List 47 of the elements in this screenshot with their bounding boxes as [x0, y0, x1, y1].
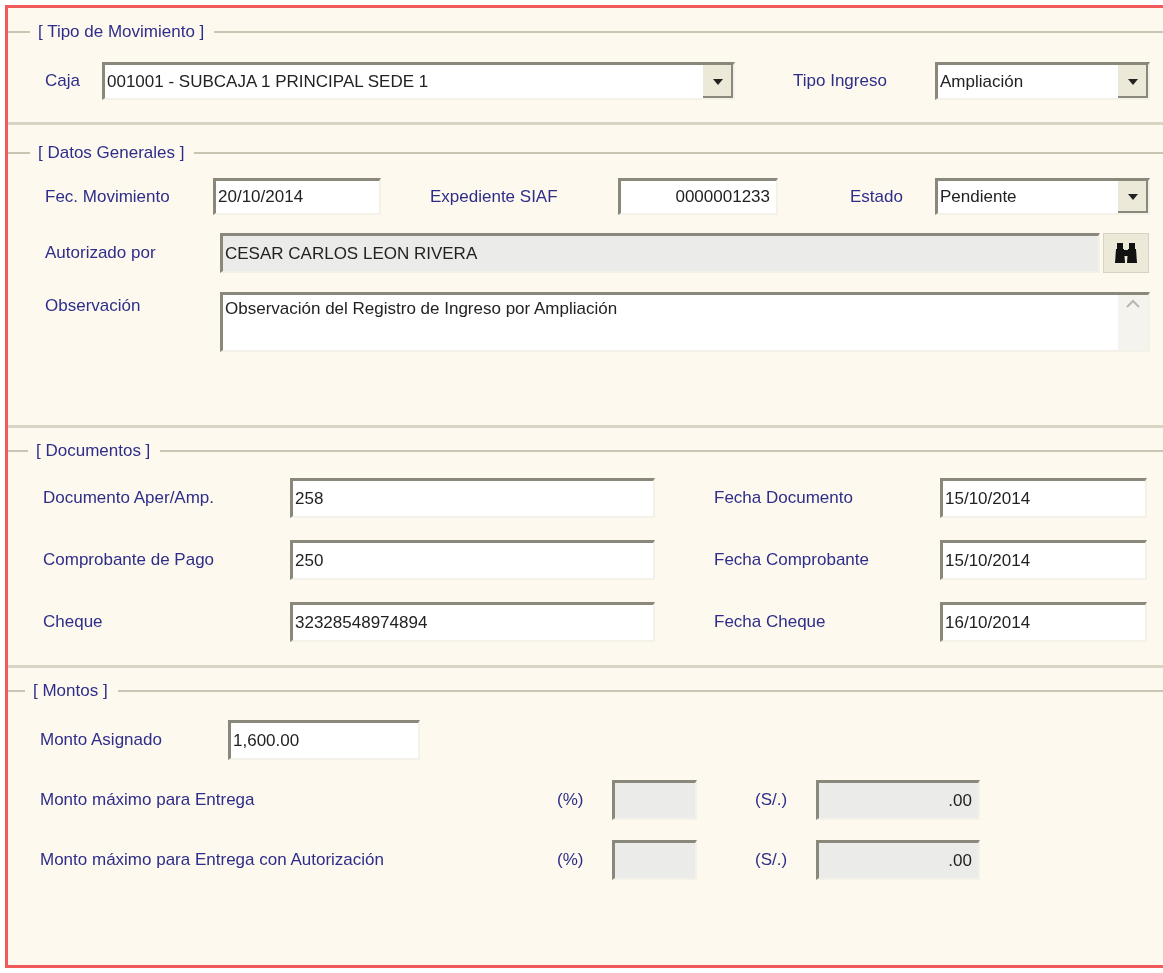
field-label: Fecha Documento: [714, 488, 854, 508]
field-label: (%): [557, 790, 585, 810]
binoculars-icon: [1114, 242, 1138, 264]
field-label: Fecha Comprobante: [714, 550, 870, 570]
caret-icon: [713, 78, 723, 85]
arrow-up-icon: [1126, 299, 1140, 308]
field-label: (%): [557, 850, 585, 870]
input-field[interactable]: 258: [290, 478, 655, 518]
dropdown[interactable]: Pendiente: [935, 178, 1150, 215]
field-label: (S/.): [755, 790, 789, 810]
input-field[interactable]: 32328548974894: [290, 602, 655, 642]
input-field[interactable]: 250: [290, 540, 655, 580]
field-label: Monto Asignado: [40, 730, 163, 750]
dropdown[interactable]: 001001 - SUBCAJA 1 PRINCIPAL SEDE 1: [102, 62, 735, 100]
section-title: [ Tipo de Movimiento ]: [38, 22, 205, 42]
input-field[interactable]: 20/10/2014: [213, 178, 381, 215]
dropdown[interactable]: Ampliación: [935, 62, 1150, 100]
field-label: Tipo Ingreso: [793, 71, 888, 91]
caret-icon: [1128, 194, 1138, 200]
dropdown-button[interactable]: [702, 65, 733, 98]
field-label: Fecha Cheque: [714, 612, 827, 632]
field-label: Documento Aper/Amp.: [43, 488, 216, 508]
field-label: Fec. Movimiento: [45, 186, 171, 207]
field-label: Caja: [45, 71, 81, 91]
dropdown-button[interactable]: [1117, 181, 1148, 213]
field-label: Comprobante de Pago: [43, 550, 216, 570]
field-label: Autorizado por: [45, 243, 157, 263]
input-field[interactable]: 15/10/2014: [940, 540, 1147, 580]
search-button[interactable]: [1103, 233, 1149, 273]
section-title: [ Montos ]: [33, 681, 108, 701]
field-label: Cheque: [43, 612, 104, 632]
section-title: [ Datos Generales ]: [38, 143, 185, 163]
dropdown-button[interactable]: [1117, 65, 1148, 98]
text-area[interactable]: Observación del Registro de Ingreso por Ampliación: [220, 292, 1150, 352]
field-label: Observación: [45, 296, 142, 316]
field-label: Monto máximo para Entrega: [40, 790, 256, 810]
input-field[interactable]: 1,600.00: [228, 720, 420, 760]
field-label: (S/.): [755, 850, 789, 870]
input-field[interactable]: 15/10/2014: [940, 478, 1147, 518]
field-label: Monto máximo para Entrega con Autorización: [40, 850, 385, 870]
field-label: Expediente SIAF: [430, 186, 559, 207]
field-label: Estado: [850, 186, 904, 207]
caret-icon: [1128, 78, 1138, 85]
input-field[interactable]: 16/10/2014: [940, 602, 1147, 642]
input-field[interactable]: 0000001233: [618, 178, 778, 215]
section-title: [ Documentos ]: [36, 441, 151, 461]
scrollbar[interactable]: [1118, 295, 1148, 350]
